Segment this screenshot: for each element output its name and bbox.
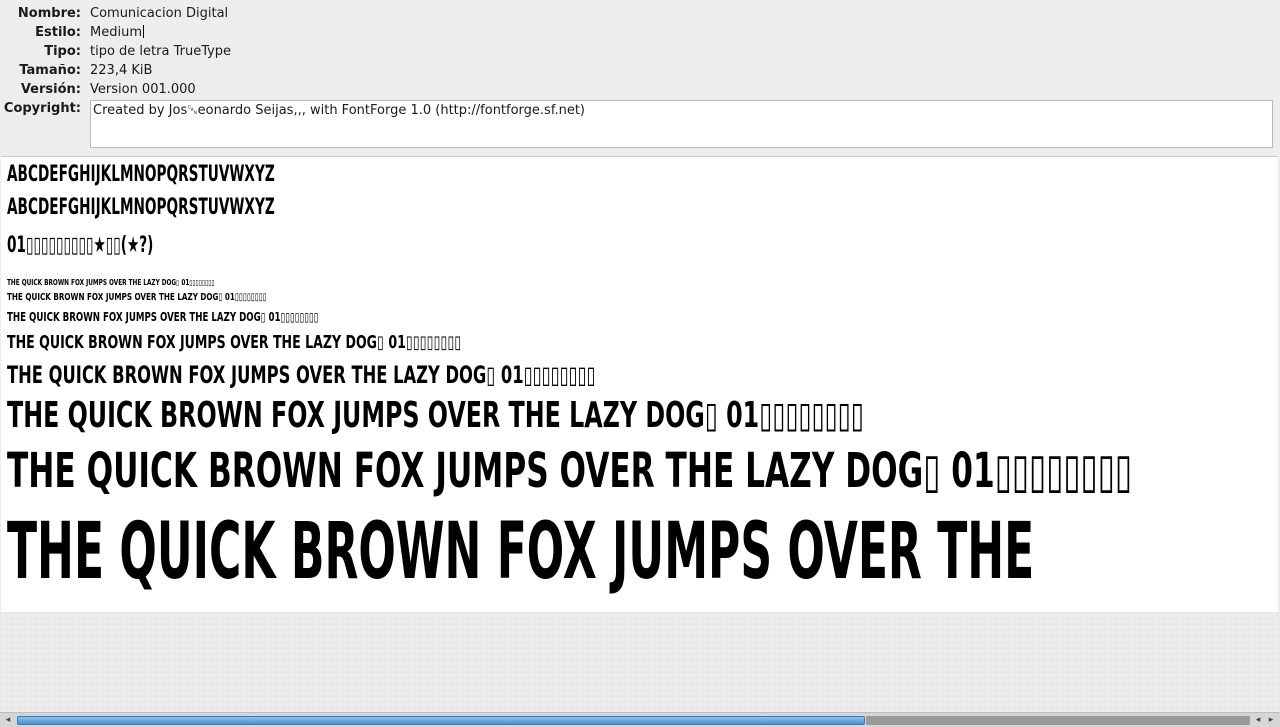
preview-sample-18-text: THE QUICK BROWN FOX JUMPS OVER THE LAZY … bbox=[7, 332, 462, 353]
preview-sample-48-text: THE QUICK BROWN FOX JUMPS OVER THE LAZY … bbox=[7, 443, 1133, 499]
font-version-row: Versión: Version 001.000 bbox=[0, 82, 1280, 101]
font-name-row: Nombre: Comunicacion Digital bbox=[0, 6, 1280, 25]
preview-sample-24: THE QUICK BROWN FOX JUMPS OVER THE LAZY … bbox=[7, 361, 872, 389]
scroll-right-icon[interactable]: ▸ bbox=[1265, 713, 1277, 727]
preview-lowercase-line: ABCDEFGHIJKLMNOPQRSTUVWXYZ bbox=[7, 195, 439, 220]
preview-sample-8: THE QUICK BROWN FOX JUMPS OVER THE LAZY … bbox=[7, 278, 295, 287]
font-version-value[interactable]: Version 001.000 bbox=[90, 82, 196, 97]
preview-sample-12-text: THE QUICK BROWN FOX JUMPS OVER THE LAZY … bbox=[7, 310, 319, 324]
preview-uppercase-line: ABCDEFGHIJKLMNOPQRSTUVWXYZ bbox=[7, 162, 439, 187]
font-type-label: Tipo: bbox=[44, 44, 81, 59]
font-type-row: Tipo: tipo de letra TrueType bbox=[0, 44, 1280, 63]
font-style-row: Estilo: Medium bbox=[0, 25, 1280, 44]
horizontal-scrollbar[interactable]: ◂ ◂ ▸ bbox=[0, 712, 1280, 727]
preview-sample-12: THE QUICK BROWN FOX JUMPS OVER THE LAZY … bbox=[7, 310, 440, 324]
font-size-row: Tamaño: 223,4 KiB bbox=[0, 63, 1280, 82]
preview-sample-72-text: THE QUICK BROWN FOX JUMPS OVER THE bbox=[7, 507, 1035, 597]
preview-sample-10: THE QUICK BROWN FOX JUMPS OVER THE LAZY … bbox=[7, 292, 368, 303]
font-name-label: Nombre: bbox=[17, 6, 81, 21]
font-style-text: Medium bbox=[90, 25, 142, 40]
preview-sample-8-text: THE QUICK BROWN FOX JUMPS OVER THE LAZY … bbox=[7, 278, 215, 287]
preview-digits-line: 01▯▯▯▯▯▯▯▯▯★▯▯(★?) bbox=[7, 233, 243, 258]
empty-background bbox=[0, 612, 1280, 712]
preview-sample-10-text: THE QUICK BROWN FOX JUMPS OVER THE LAZY … bbox=[7, 292, 267, 303]
font-size-value[interactable]: 223,4 KiB bbox=[90, 63, 152, 78]
scrollbar-trough[interactable] bbox=[866, 716, 1250, 725]
font-style-value[interactable]: Medium bbox=[90, 25, 144, 40]
font-size-label: Tamaño: bbox=[19, 63, 81, 78]
scroll-left-end-icon[interactable]: ◂ bbox=[1252, 713, 1264, 727]
text-caret bbox=[142, 25, 144, 38]
preview-sample-72: THE QUICK BROWN FOX JUMPS OVER THE bbox=[7, 507, 1278, 597]
preview-sample-24-text: THE QUICK BROWN FOX JUMPS OVER THE LAZY … bbox=[7, 361, 596, 389]
preview-sample-48: THE QUICK BROWN FOX JUMPS OVER THE LAZY … bbox=[7, 443, 1278, 499]
preview-sample-36: THE QUICK BROWN FOX JUMPS OVER THE LAZY … bbox=[7, 395, 1278, 436]
font-preview-area[interactable]: ABCDEFGHIJKLMNOPQRSTUVWXYZ ABCDEFGHIJKLM… bbox=[1, 156, 1278, 612]
copyright-text-area[interactable]: Created by Jos␘eonardo Seijas,,, with Fo… bbox=[90, 100, 1273, 148]
preview-sample-36-text: THE QUICK BROWN FOX JUMPS OVER THE LAZY … bbox=[7, 395, 864, 436]
scroll-left-icon[interactable]: ◂ bbox=[2, 713, 14, 727]
preview-sample-18: THE QUICK BROWN FOX JUMPS OVER THE LAZY … bbox=[7, 332, 656, 353]
font-copyright-label: Copyright: bbox=[3, 101, 81, 116]
font-type-value[interactable]: tipo de letra TrueType bbox=[90, 44, 231, 59]
font-version-label: Versión: bbox=[20, 82, 81, 97]
preview-uppercase-text: ABCDEFGHIJKLMNOPQRSTUVWXYZ bbox=[7, 162, 275, 187]
preview-lowercase-text: ABCDEFGHIJKLMNOPQRSTUVWXYZ bbox=[7, 195, 275, 220]
preview-digits-text: 01▯▯▯▯▯▯▯▯▯★▯▯(★?) bbox=[7, 233, 154, 258]
scrollbar-thumb[interactable] bbox=[17, 716, 865, 725]
font-style-label: Estilo: bbox=[35, 25, 81, 40]
copyright-text: Created by Jos␘eonardo Seijas,,, with Fo… bbox=[93, 103, 585, 118]
font-name-value[interactable]: Comunicacion Digital bbox=[90, 6, 228, 21]
